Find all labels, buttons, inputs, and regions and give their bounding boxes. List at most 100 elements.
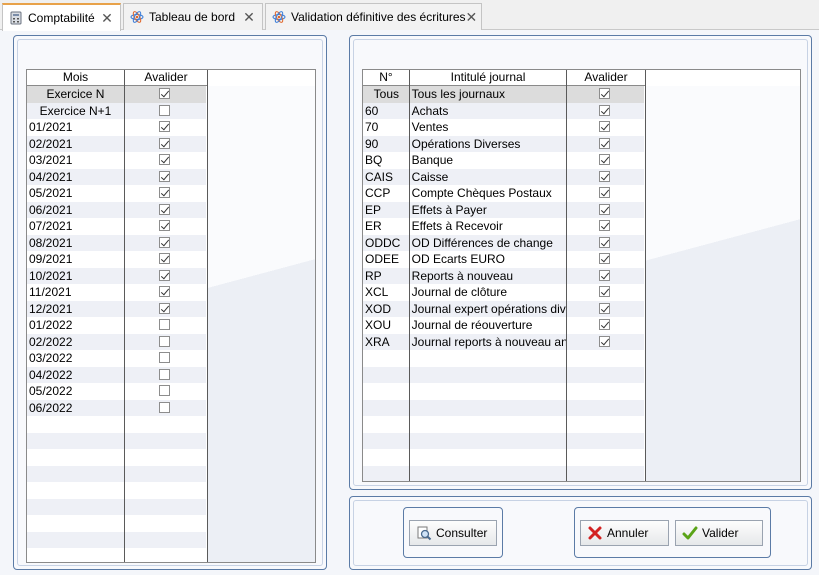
table-row[interactable] [27, 432, 206, 450]
table-row[interactable] [27, 416, 206, 433]
table-row[interactable]: 11/2021 [27, 284, 206, 301]
avalider-checkbox-cell[interactable] [566, 218, 644, 235]
avalider-checkbox-cell[interactable] [124, 400, 206, 417]
empty-cell[interactable] [124, 532, 206, 549]
table-row[interactable]: 03/2022 [27, 350, 206, 367]
avalider-checkbox-cell[interactable] [566, 301, 644, 318]
empty-cell[interactable] [124, 482, 206, 499]
avalider-checkbox-cell[interactable] [124, 136, 206, 153]
avalider-checkbox-cell[interactable] [124, 317, 206, 334]
avalider-checkbox-cell[interactable] [124, 185, 206, 202]
avalider-checkbox[interactable] [159, 121, 171, 133]
table-row[interactable]: CCP Compte Chèques Postaux [363, 185, 644, 202]
avalider-checkbox-cell[interactable] [566, 185, 644, 202]
avalider-checkbox[interactable] [159, 88, 171, 100]
table-row[interactable] [363, 366, 644, 384]
avalider-checkbox[interactable] [159, 170, 171, 182]
table-row[interactable]: BQ Banque [363, 152, 644, 169]
column-header-avalider[interactable]: Avalider [125, 70, 208, 86]
empty-cell[interactable] [124, 416, 206, 433]
avalider-checkbox-cell[interactable] [124, 301, 206, 318]
avalider-checkbox-cell[interactable] [124, 284, 206, 301]
avalider-checkbox-cell[interactable] [124, 86, 206, 103]
table-row[interactable] [363, 432, 644, 450]
table-row[interactable] [363, 465, 644, 481]
consulter-button[interactable]: Consulter [409, 520, 497, 546]
avalider-checkbox-cell[interactable] [124, 202, 206, 219]
table-row[interactable]: 05/2021 [27, 185, 206, 202]
empty-cell[interactable] [566, 449, 644, 466]
avalider-checkbox-cell[interactable] [124, 119, 206, 136]
empty-cell[interactable] [566, 383, 644, 400]
table-row[interactable]: 01/2022 [27, 317, 206, 334]
avalider-checkbox[interactable] [599, 203, 611, 215]
avalider-checkbox[interactable] [599, 220, 611, 232]
empty-cell[interactable] [124, 499, 206, 516]
table-row[interactable] [363, 350, 644, 367]
table-row[interactable]: XOU Journal de réouverture [363, 317, 644, 334]
table-row[interactable]: 12/2021 [27, 300, 206, 318]
table-row[interactable]: 04/2022 [27, 366, 206, 384]
tab-tableau-de-bord[interactable]: Tableau de bord ✕ [123, 3, 263, 30]
table-row[interactable]: 10/2021 [27, 267, 206, 284]
avalider-checkbox-cell[interactable] [124, 152, 206, 169]
avalider-checkbox[interactable] [599, 253, 611, 265]
avalider-checkbox-cell[interactable] [124, 383, 206, 400]
avalider-checkbox-cell[interactable] [124, 251, 206, 268]
avalider-checkbox-cell[interactable] [124, 169, 206, 186]
table-row[interactable]: XOD Journal expert opérations div [363, 300, 644, 318]
table-row[interactable] [27, 465, 206, 483]
empty-cell[interactable] [124, 515, 206, 532]
table-row[interactable] [363, 399, 644, 417]
avalider-checkbox[interactable] [159, 203, 171, 215]
empty-cell[interactable] [566, 433, 644, 450]
column-header-mois[interactable]: Mois [27, 70, 125, 86]
avalider-checkbox-cell[interactable] [124, 367, 206, 384]
table-row[interactable]: XCL Journal de clôture [363, 284, 644, 301]
table-row[interactable] [27, 498, 206, 516]
avalider-checkbox[interactable] [159, 335, 171, 347]
avalider-checkbox-cell[interactable] [566, 169, 644, 186]
table-row[interactable]: 90 Opérations Diverses [363, 135, 644, 153]
avalider-checkbox-cell[interactable] [566, 334, 644, 351]
avalider-checkbox[interactable] [599, 137, 611, 149]
empty-cell[interactable] [566, 350, 644, 367]
annuler-button[interactable]: Annuler [580, 520, 669, 546]
table-row[interactable]: 04/2021 [27, 168, 206, 186]
avalider-checkbox-cell[interactable] [566, 202, 644, 219]
avalider-checkbox[interactable] [599, 187, 611, 199]
avalider-checkbox[interactable] [599, 154, 611, 166]
table-row[interactable]: 01/2021 [27, 119, 206, 136]
table-row[interactable]: 08/2021 [27, 234, 206, 252]
table-row[interactable]: 06/2022 [27, 399, 206, 417]
table-row[interactable] [363, 383, 644, 400]
table-row[interactable]: 70 Ventes [363, 119, 644, 136]
avalider-checkbox[interactable] [159, 368, 171, 380]
table-row[interactable]: Exercice N+1 [27, 102, 206, 119]
table-row[interactable]: ODDC OD Différences de change [363, 234, 644, 251]
avalider-checkbox[interactable] [159, 385, 171, 397]
avalider-checkbox[interactable] [159, 401, 171, 413]
avalider-checkbox[interactable] [159, 220, 171, 232]
avalider-checkbox-cell[interactable] [566, 103, 644, 120]
tab-comptabilite[interactable]: Comptabilité ✕ [2, 3, 121, 31]
table-row[interactable]: Tous Tous les journaux [363, 86, 644, 103]
avalider-checkbox[interactable] [159, 253, 171, 265]
avalider-checkbox[interactable] [599, 286, 611, 298]
avalider-checkbox-cell[interactable] [124, 235, 206, 252]
empty-cell[interactable] [566, 400, 644, 417]
table-row[interactable]: 06/2021 [27, 201, 206, 219]
avalider-checkbox-cell[interactable] [566, 136, 644, 153]
avalider-checkbox[interactable] [159, 352, 171, 364]
avalider-checkbox[interactable] [159, 137, 171, 149]
avalider-checkbox[interactable] [159, 154, 171, 166]
table-row[interactable]: 07/2021 [27, 218, 206, 235]
table-row[interactable]: 05/2022 [27, 383, 206, 400]
close-icon[interactable]: ✕ [242, 9, 256, 26]
empty-cell[interactable] [566, 367, 644, 384]
empty-cell[interactable] [124, 466, 206, 483]
empty-cell[interactable] [124, 433, 206, 450]
avalider-checkbox[interactable] [599, 121, 611, 133]
table-row[interactable] [363, 416, 644, 433]
avalider-checkbox[interactable] [599, 88, 611, 100]
